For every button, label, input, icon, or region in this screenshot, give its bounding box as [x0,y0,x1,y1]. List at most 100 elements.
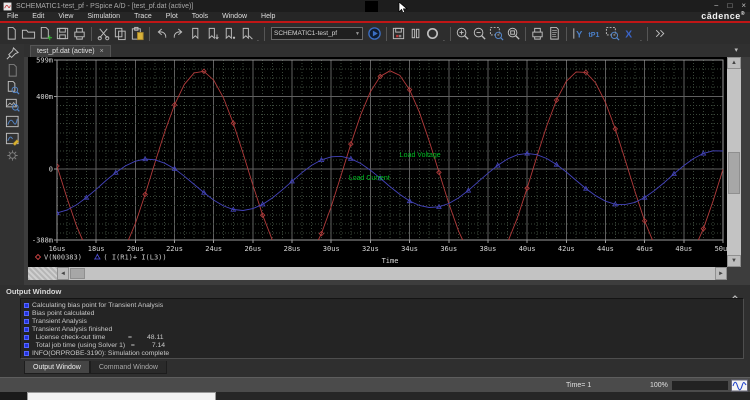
stop-icon [426,27,439,40]
edit-simulation-profile-button[interactable] [3,130,21,147]
pspice-window: SCHEMATIC1-test_pf - PSpice A/D - [test_… [0,0,750,400]
new-file-button[interactable] [3,24,20,43]
pin-icon [6,46,19,60]
print-plot-button[interactable] [529,24,546,43]
toolbar-separator [91,26,92,41]
measure-icon: tP1 [588,32,599,39]
view-simulation-results-button[interactable] [3,113,21,130]
horizontal-scrollbar[interactable]: ◄ ► [28,267,727,280]
power-marker-button[interactable] [238,24,255,43]
zoom-in-button[interactable] [454,24,471,43]
floppy-icon [56,27,69,40]
redo-icon [173,28,183,38]
scroll-down-icon[interactable]: ▼ [727,255,741,267]
svg-text:26us: 26us [244,245,261,253]
menu-item-view[interactable]: View [51,12,80,21]
svg-text:Time: Time [382,257,399,265]
run-icon [368,27,381,40]
menu-item-trace[interactable]: Trace [127,12,159,21]
new-simulation-button[interactable] [3,62,21,79]
scroll-up-icon[interactable]: ▲ [727,57,741,69]
page-mag-icon [7,80,19,95]
horizontal-scroll-thumb[interactable] [70,268,85,279]
tab-output-window[interactable]: Output Window [24,361,90,374]
stop-simulation-button[interactable] [424,24,441,43]
scroll-right-icon[interactable]: ► [715,267,727,280]
status-bullet-icon [24,334,29,340]
run-simulation-button[interactable] [366,24,383,43]
svg-text:42us: 42us [558,245,575,253]
scroll-corner [28,267,57,280]
cut-button[interactable] [95,24,112,43]
output-log-row: INFO(ORPROBE-3190): Simulation complete [23,349,743,357]
zoom-fit-button[interactable] [505,24,522,43]
window-title: SCHEMATIC1-test_pf - PSpice A/D - [test_… [16,2,194,10]
toolbar-more-icon[interactable]: . [638,24,644,43]
simulation-profile-value: SCHEMATIC1-test_pf [274,30,338,37]
page-setup-button[interactable] [546,24,563,43]
marker-down-icon [208,27,219,40]
copy-button[interactable] [112,24,129,43]
page-icon [8,63,17,77]
document-tab-bar: test_pf.dat (active) × ▾ [24,44,750,57]
status-bullet-icon [24,326,29,332]
menu-item-plot[interactable]: Plot [159,12,185,21]
maximize-button[interactable]: □ [727,0,732,11]
vertical-scroll-thumb[interactable] [728,152,740,194]
delete-all-traces-button[interactable]: X [621,24,638,43]
menu-item-edit[interactable]: Edit [25,12,51,21]
simulation-settings-button[interactable] [3,147,21,164]
simulation-profile-select[interactable]: SCHEMATIC1-test_pf ▼ [271,27,363,40]
toolbar-more-icon[interactable]: . [441,24,447,43]
view-output-file-button[interactable] [3,79,21,96]
toggle-cursor-button[interactable]: Y [570,24,587,43]
overlapping-window-edge [27,392,216,400]
tab-list-dropdown-icon[interactable]: ▾ [734,46,738,54]
svg-text:38us: 38us [480,245,497,253]
menu-item-window[interactable]: Window [215,12,254,21]
save-button[interactable] [54,24,71,43]
svg-text:Y: Y [576,29,583,39]
scroll-left-icon[interactable]: ◄ [57,267,69,280]
vertical-scrollbar[interactable]: ▲ ▼ [727,57,741,267]
menu-item-file[interactable]: File [0,12,25,21]
titlebar-black-box [365,1,378,12]
close-button[interactable]: × [741,0,746,11]
pin-panel-button[interactable] [3,45,21,62]
mark-data-points-button[interactable] [604,24,621,43]
menu-item-help[interactable]: Help [254,12,282,21]
waveform-plot[interactable]: 599m 400m 0 -388m 16us 18us 20us 22us 24us 26us 28… [28,57,731,267]
output-log-row: Transient Analysis finished [23,325,743,333]
current-marker-button[interactable] [221,24,238,43]
svg-text:400m: 400m [36,93,53,101]
evaluate-measurement-button[interactable]: tP1 [587,24,604,43]
voltage-diff-marker-button[interactable] [204,24,221,43]
tab-test-pf-dat[interactable]: test_pf.dat (active) × [30,45,111,57]
view-simulation-results-button[interactable] [390,24,407,43]
tab-command-window[interactable]: Command Window [89,361,167,374]
tab-close-icon[interactable]: × [100,48,104,55]
toolbar-overflow-button[interactable] [651,24,668,43]
pause-simulation-button[interactable] [407,24,424,43]
voltage-marker-button[interactable] [187,24,204,43]
zoom-area-button[interactable] [488,24,505,43]
zoom-out-button[interactable] [471,24,488,43]
svg-text:-388m: -388m [32,237,53,245]
paste-button[interactable] [129,24,146,43]
view-schematic-button[interactable] [3,96,21,113]
undo-icon [157,28,167,38]
printer-icon [74,27,85,40]
marker-dot-icon [225,27,236,40]
append-waveform-button[interactable] [37,24,54,43]
toolbar-more-icon[interactable]: . [255,24,261,43]
menu-item-tools[interactable]: Tools [185,12,215,21]
print-button[interactable] [71,24,88,43]
main-toolbar: . SCHEMATIC1-test_pf ▼. YtP1 X. [0,23,750,44]
redo-button[interactable] [170,24,187,43]
page-icon [7,26,16,40]
open-file-button[interactable] [20,24,37,43]
chevron-down-icon[interactable]: ▼ [355,31,360,37]
menu-item-simulation[interactable]: Simulation [80,12,127,21]
minimize-button[interactable]: − [714,0,719,11]
undo-button[interactable] [153,24,170,43]
